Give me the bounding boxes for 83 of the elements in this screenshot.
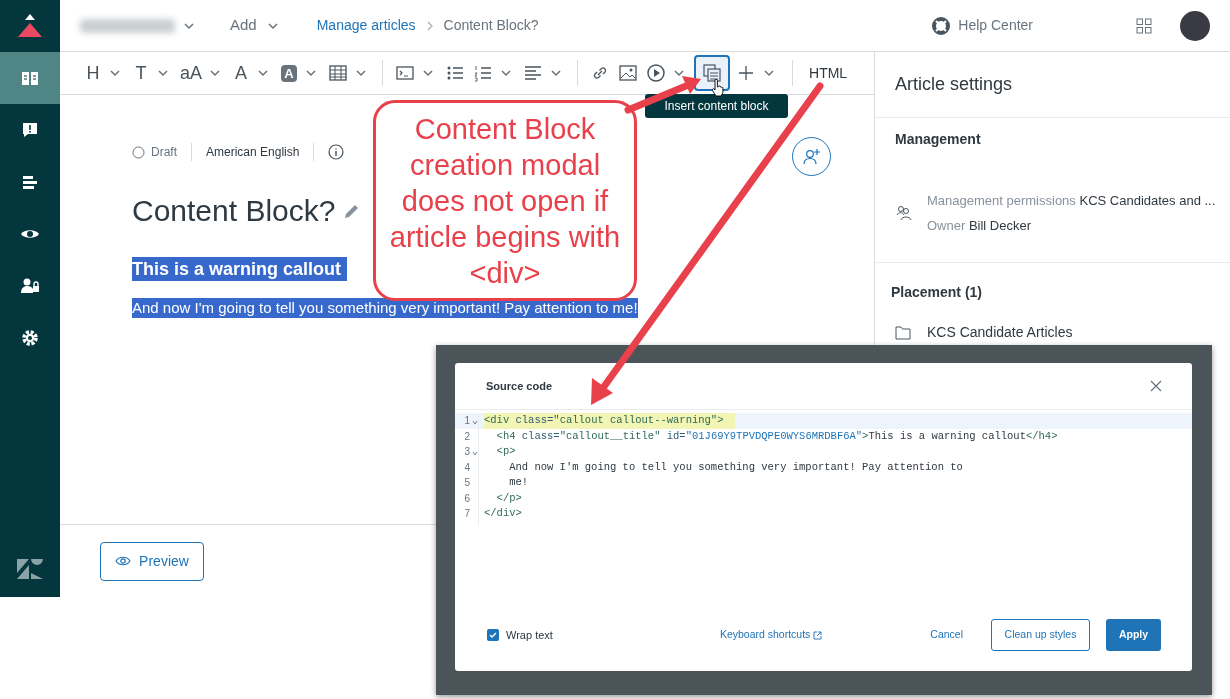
- language-label[interactable]: American English: [206, 143, 300, 161]
- chevron-down-icon: [763, 67, 776, 79]
- chevron-down-icon: [305, 67, 318, 79]
- chevron-down-icon: [109, 67, 121, 79]
- annotation-callout: Content Block creation modal does not open if article begins with <div>: [373, 100, 637, 301]
- user-lock-icon: [20, 276, 40, 296]
- toolbar-button[interactable]: A: [278, 55, 301, 91]
- code-line: </div>: [484, 506, 522, 521]
- preview-button[interactable]: Preview: [100, 541, 204, 581]
- toolbar-button[interactable]: A: [230, 55, 253, 91]
- cancel-button[interactable]: Cancel: [930, 627, 963, 643]
- external-link-icon: [813, 630, 823, 640]
- line-number: 6: [463, 491, 470, 506]
- apply-button[interactable]: Apply: [1106, 619, 1161, 651]
- status-circle-icon: [132, 145, 145, 159]
- chevron-down-icon: [355, 67, 368, 79]
- add-menu[interactable]: Add: [230, 14, 279, 37]
- permissions-text: Management permissions KCS Candidates and ...: [927, 192, 1216, 210]
- lifebuoy-icon: [931, 15, 952, 36]
- line-number: 5: [463, 476, 470, 491]
- checkbox[interactable]: [487, 629, 499, 641]
- chevron-right-icon: [425, 19, 434, 32]
- breadcrumb-current: Content Block?: [443, 16, 539, 35]
- fold-caret-icon[interactable]: [472, 420, 478, 426]
- avatar[interactable]: [1180, 10, 1210, 41]
- section-heading: Management: [895, 130, 982, 149]
- chevron-down-icon: [157, 67, 169, 79]
- numbered-list-icon: [473, 63, 494, 83]
- content-block-icon: [702, 63, 723, 83]
- toolbar-button[interactable]: T: [130, 55, 152, 91]
- code-line: And now I'm going to tell you something very important! Pay attention to: [508, 459, 963, 475]
- image-icon: [618, 63, 639, 83]
- line-number: 1: [463, 414, 470, 429]
- keyboard-shortcuts-link[interactable]: Keyboard shortcuts: [719, 627, 823, 643]
- folder-icon: [895, 325, 911, 340]
- panel-title: Article settings: [895, 73, 1013, 96]
- toolbar-button[interactable]: H: [82, 55, 104, 91]
- category-link[interactable]: KCS Candidate Articles: [927, 322, 1073, 343]
- code-line: me!: [508, 475, 529, 490]
- align-icon: [523, 63, 544, 83]
- breadcrumb-link[interactable]: Manage articles: [316, 15, 416, 36]
- article-heading: This is a warning callout: [132, 257, 348, 281]
- chevron-down-icon: [257, 67, 270, 79]
- status-label: Draft: [151, 144, 177, 161]
- toolbar-button[interactable]: aA: [178, 55, 205, 91]
- fold-caret-icon[interactable]: [472, 451, 478, 457]
- zendesk-logo-icon[interactable]: [17, 559, 43, 579]
- modal-title: Source code: [486, 378, 553, 394]
- code-block-icon: [395, 63, 416, 83]
- close-icon[interactable]: [1150, 380, 1162, 392]
- chevron-down-icon: [422, 67, 435, 79]
- code-line: <p>: [495, 444, 516, 459]
- gear-icon: [20, 328, 40, 348]
- chevron-down-icon: [209, 67, 222, 79]
- people-icon: [895, 204, 913, 222]
- chevron-down-icon: [673, 67, 686, 79]
- pencil-icon[interactable]: [343, 202, 361, 220]
- checkmark-icon: [489, 631, 497, 639]
- line-number: 4: [463, 460, 470, 475]
- tooltip: Insert content block: [645, 94, 788, 118]
- owner-text: Owner Bill Decker: [927, 216, 1033, 235]
- help-center-button[interactable]: Help Center: [931, 15, 1033, 36]
- info-icon[interactable]: [328, 144, 345, 160]
- alert-icon: [20, 120, 40, 140]
- code-line: <h4 class="callout__title" id="01J69Y9TPVDQPE0WYS6MRDBF6A">This is a warning callout</h4>: [495, 428, 1058, 444]
- play-circle-icon: [646, 63, 667, 83]
- article-title: Content Block?: [132, 193, 336, 229]
- checkbox-label: Wrap text: [506, 627, 553, 643]
- table-icon: [328, 63, 349, 83]
- code-line: </p>: [495, 490, 522, 506]
- logo-icon[interactable]: [17, 14, 43, 38]
- chevron-down-icon: [500, 67, 513, 79]
- hand-cursor-icon: [711, 79, 725, 97]
- line-number: 3: [463, 445, 470, 460]
- line-number: 7: [463, 507, 470, 522]
- apps-grid-icon[interactable]: [1136, 17, 1152, 34]
- html-button[interactable]: HTML: [805, 55, 852, 91]
- section-heading: Placement (1): [891, 283, 984, 302]
- add-user-icon: [802, 147, 821, 166]
- article-paragraph: And now I'm going to tell you something very important! Pay attention to me!: [132, 298, 638, 318]
- clean-up-styles-button[interactable]: Clean up styles: [991, 619, 1090, 651]
- line-number: 2: [463, 429, 470, 444]
- chevron-down-icon: [550, 67, 563, 79]
